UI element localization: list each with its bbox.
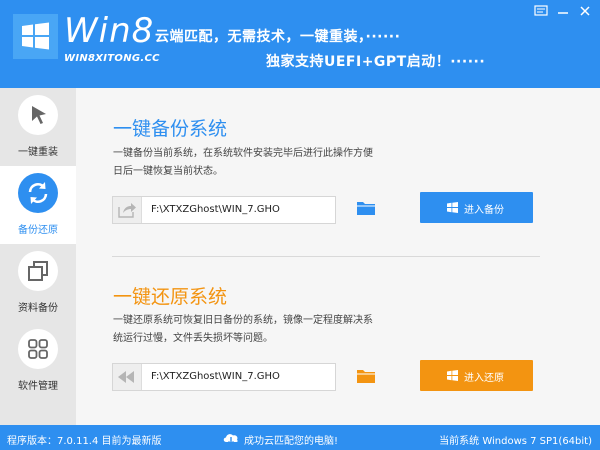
sidebar-icon-circle <box>18 329 58 369</box>
enter-backup-button[interactable]: 进入备份 <box>420 192 533 223</box>
rewind-icon <box>113 364 142 390</box>
copy-icon <box>28 261 48 281</box>
app-header: Win8 WIN8XITONG.CC 云端匹配，无需技术，一键重装，······… <box>0 0 600 88</box>
cloud-status-text: 成功云匹配您的电脑! <box>244 436 339 447</box>
backup-description: 一键备份当前系统，在系统软件安装完毕后进行此操作方便日后一键恢复当前状态。 <box>113 148 373 177</box>
sidebar-item-label: 一键重装 <box>18 147 58 158</box>
sidebar-icon-circle <box>18 95 58 135</box>
button-label: 进入备份 <box>464 205 504 216</box>
refresh-icon <box>28 182 48 204</box>
windows-logo-icon <box>13 14 58 59</box>
cursor-arrow-icon <box>32 106 46 124</box>
sidebar-item-backup-restore[interactable]: 备份还原 <box>0 166 76 244</box>
brand-domain: WIN8XITONG.CC <box>64 53 160 64</box>
sidebar-item-reinstall[interactable]: 一键重装 <box>0 88 76 166</box>
enter-restore-button[interactable]: 进入还原 <box>420 360 533 391</box>
feedback-icon[interactable] <box>532 4 550 18</box>
windows-icon <box>447 202 458 213</box>
windows-icon <box>447 370 458 381</box>
sidebar-item-label: 备份还原 <box>18 225 58 236</box>
sidebar: 一键重装 备份还原 资料备份 软件管理 <box>0 88 76 425</box>
restore-description: 一键还原系统可恢复旧日备份的系统，镜像一定程度解决系统运行过慢，文件丢失损坏等问… <box>113 315 373 344</box>
sidebar-item-software[interactable]: 软件管理 <box>0 322 76 400</box>
slogan-line2: 独家支持UEFI+GPT启动！······ <box>266 54 486 70</box>
backup-title: 一键备份系统 <box>113 118 228 140</box>
cloud-download-icon <box>223 434 238 445</box>
grid-icon <box>28 339 48 359</box>
sidebar-item-label: 软件管理 <box>18 381 58 392</box>
minimize-icon[interactable] <box>554 4 572 18</box>
main-panel: 一键备份系统 一键备份当前系统，在系统软件安装完毕后进行此操作方便日后一键恢复当… <box>76 88 600 425</box>
current-os-text: 当前系统 Windows 7 SP1(64bit) <box>439 436 592 447</box>
share-icon <box>113 197 142 223</box>
restore-path-field[interactable]: F:\XTXZGhost\WIN_7.GHO <box>112 363 336 391</box>
backup-path-field[interactable]: F:\XTXZGhost\WIN_7.GHO <box>112 196 336 224</box>
slogan-line1: 云端匹配，无需技术，一键重装，······ <box>155 29 401 45</box>
version-text: 程序版本：7.0.11.4 目前为最新版 <box>7 436 162 447</box>
sidebar-icon-circle <box>18 251 58 291</box>
status-bar: 程序版本：7.0.11.4 目前为最新版 成功云匹配您的电脑! 当前系统 Win… <box>0 425 600 450</box>
restore-folder-icon[interactable] <box>356 368 376 388</box>
brand-title: Win8 <box>64 11 155 51</box>
restore-path-value: F:\XTXZGhost\WIN_7.GHO <box>151 371 280 382</box>
button-label: 进入还原 <box>464 373 504 384</box>
restore-title: 一键还原系统 <box>113 286 228 308</box>
window-controls <box>532 4 594 18</box>
backup-path-value: F:\XTXZGhost\WIN_7.GHO <box>151 204 280 215</box>
backup-folder-icon[interactable] <box>356 200 376 220</box>
close-icon[interactable] <box>576 4 594 18</box>
sidebar-icon-circle <box>18 173 58 213</box>
section-divider <box>112 256 540 257</box>
sidebar-item-label: 资料备份 <box>18 303 58 314</box>
sidebar-item-data-backup[interactable]: 资料备份 <box>0 244 76 322</box>
